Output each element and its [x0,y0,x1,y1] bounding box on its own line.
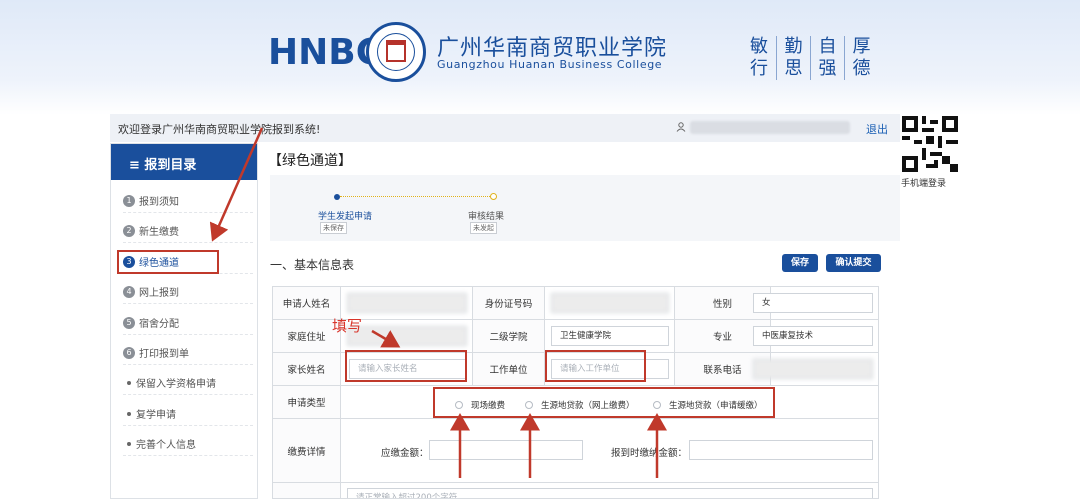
paid-amount-label: 报到时缴纳金额： [611,448,688,459]
progress-steps: 学生发起申请 未保存 审核结果 未发起 [270,175,900,241]
motto-col: 勤思 [776,36,810,80]
sidebar-title: ≡ 报到目录 [111,144,257,180]
college-label: 二级学院 [473,320,545,353]
step-line [340,196,492,197]
step-status-badge: 未保存 [320,222,347,234]
gender-input[interactable]: 女 [753,293,873,313]
user-name-blurred [690,121,850,134]
annotation-box-apply-type [433,387,775,418]
step-dot-active [334,194,340,200]
cell [273,483,341,498]
sidebar-item-reserve[interactable]: 保留入学资格申请 [123,371,253,395]
sidebar-item-notice[interactable]: 1 报到须知 [123,189,253,213]
due-amount-label: 应缴金额： [381,448,429,459]
work-unit-label: 工作单位 [473,353,545,386]
save-button[interactable]: 保存 [782,254,818,272]
sidebar: ≡ 报到目录 1 报到须知 2 新生缴费 3 绿色通道 4 网上报到 5 宿舍分配 6 打印… [110,143,258,499]
fee-detail-label: 缴费详情 [273,419,341,483]
qr-code-icon[interactable] [902,116,958,172]
page-title: 【绿色通道】 [268,153,352,169]
section-title: 一、基本信息表 [270,258,355,272]
annotation-box-work [545,350,646,382]
college-input[interactable]: 卫生健康学院 [551,326,669,346]
parent-name-label: 家长姓名 [273,353,341,386]
school-motto: 敏行 勤思 自强 厚德 [742,36,878,80]
school-name-en: Guangzhou Huanan Business College [437,58,663,71]
applicant-name-label: 申请人姓名 [273,287,341,320]
id-number-label: 身份证号码 [473,287,545,320]
motto-col: 敏行 [750,36,768,79]
user-icon [676,122,686,132]
sidebar-item-dorm[interactable]: 5 宿舍分配 [123,311,253,335]
sidebar-item-resume[interactable]: 复学申请 [123,402,253,426]
remark-input[interactable]: 请正常输入超过200个字符 [347,488,873,498]
phone-input[interactable] [753,359,873,379]
applicant-name-input[interactable] [347,293,467,313]
site-header: HNBC 广州华南商贸职业学院 Guangzhou Huanan Busines… [0,0,1080,112]
sidebar-item-print[interactable]: 6 打印报到单 [123,341,253,365]
due-amount-input[interactable] [429,440,583,460]
step-label: 审核结果 [468,212,505,222]
motto-col: 自强 [810,36,844,80]
top-bar: 欢迎登录广州华南商贸职业学院报到系统! 退出 [110,114,900,142]
motto-col: 厚德 [844,36,878,80]
address-label: 家庭住址 [273,320,341,353]
address-input[interactable] [347,326,467,346]
logo-hnbc: HNBC [268,32,383,73]
step-label: 学生发起申请 [318,212,373,222]
qr-label: 手机端登录 [901,179,947,189]
school-seal-icon [366,22,426,82]
step-status-badge: 未发起 [470,222,497,234]
annotation-fill-note: 填写 [332,317,363,335]
major-input[interactable]: 中医康复技术 [753,326,873,346]
welcome-text: 欢迎登录广州华南商贸职业学院报到系统! [118,123,321,136]
sidebar-item-payment[interactable]: 2 新生缴费 [123,219,253,243]
step-dot-pending [490,193,497,200]
sidebar-item-profile[interactable]: 完善个人信息 [123,432,253,456]
paid-amount-input[interactable] [689,440,873,460]
annotation-box-parent [345,350,467,382]
id-number-input[interactable] [551,293,669,313]
sidebar-item-online-registration[interactable]: 4 网上报到 [123,280,253,304]
annotation-box-green-channel [117,250,219,274]
apply-type-label: 申请类型 [273,386,341,419]
submit-button[interactable]: 确认提交 [826,254,881,272]
logout-link[interactable]: 退出 [866,121,888,137]
